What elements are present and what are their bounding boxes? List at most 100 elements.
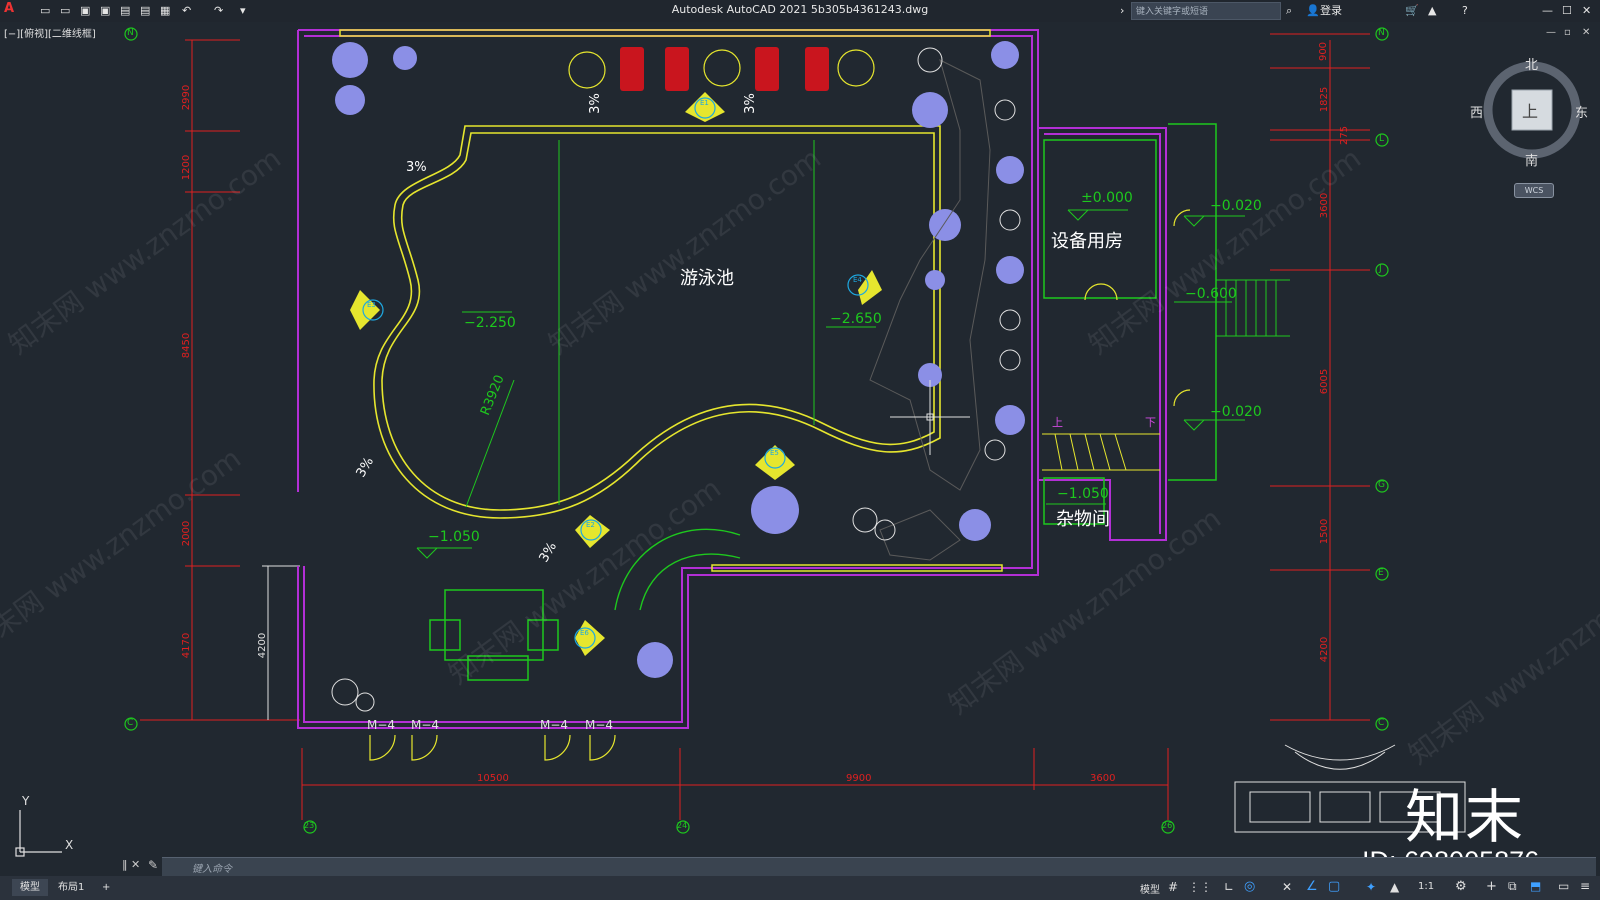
grid-axis-label: G <box>1378 480 1385 490</box>
command-prompt: 键入命令 <box>192 864 232 875</box>
help-icon[interactable]: ? <box>1462 4 1468 18</box>
grid-axis-label: 26 <box>1162 821 1173 830</box>
command-input[interactable]: 键入命令 <box>162 857 1596 876</box>
clean-screen-icon[interactable]: ▭ <box>1558 879 1569 893</box>
plus-icon[interactable]: + <box>1486 879 1497 894</box>
cmd-customize-icon[interactable]: ✎ <box>148 858 158 872</box>
door-tag: M−4 <box>540 718 569 732</box>
compass-east[interactable]: 东 <box>1575 102 1588 121</box>
ucs-x-label: X <box>65 838 74 852</box>
ucs-y-label: Y <box>22 794 30 808</box>
dimension-text: 4200 <box>1319 636 1331 663</box>
ortho-icon[interactable]: ∟ <box>1224 880 1234 894</box>
snap-icon[interactable]: ⋮⋮ <box>1188 880 1212 894</box>
maximize-icon[interactable]: ☐ <box>1562 4 1572 18</box>
elevation-marker-label: E2 <box>586 521 595 529</box>
stair-down-label: 下 <box>1145 416 1156 429</box>
grid-axis-label: C <box>127 718 134 728</box>
rockery <box>869 59 991 561</box>
grid-icon[interactable]: # <box>1168 880 1178 894</box>
viewcube-face-top[interactable]: 上 <box>1522 98 1538 122</box>
dimension-text: 6005 <box>1319 368 1331 395</box>
left-dimension-chain <box>140 39 300 721</box>
lineweight-icon[interactable]: ∠ <box>1306 879 1318 894</box>
isolate-objects-icon[interactable]: ⧉ <box>1508 879 1517 894</box>
elevation-marker-label: E6 <box>580 629 589 637</box>
interior-stair <box>1042 433 1160 471</box>
annotation-scale-icon[interactable]: ▲ <box>1390 880 1399 894</box>
door-tag: M−4 <box>585 718 614 732</box>
cmd-close-icon[interactable]: ‖ ✕ <box>122 858 140 871</box>
grid-axis-label: 23 <box>304 821 315 830</box>
compass-north[interactable]: 北 <box>1525 54 1538 73</box>
viewport-restore-icon[interactable]: ▫ <box>1564 27 1571 38</box>
elevation-marker-label: E5 <box>770 449 779 457</box>
viewcube[interactable]: 北 南 西 东 上 <box>1470 58 1588 169</box>
viewport-close-icon[interactable]: ✕ <box>1582 27 1590 38</box>
search-placeholder: 键入关键字或短语 <box>1136 7 1209 17</box>
level-label: −2.650 <box>830 311 882 327</box>
dimension-text: 8450 <box>181 332 193 359</box>
grid-axis-label: N <box>127 28 134 38</box>
tab-layout1[interactable]: 布局1 <box>50 879 92 896</box>
tab-model[interactable]: 模型 <box>12 879 48 896</box>
stair-up-label: 上 <box>1052 416 1063 429</box>
settings-gear-icon[interactable]: ⚙ <box>1455 879 1467 894</box>
selection-cycling-icon[interactable]: ▢ <box>1328 879 1340 894</box>
dimension-text: 2990 <box>181 84 193 111</box>
osnap-icon[interactable]: ✕ <box>1282 880 1292 894</box>
dimension-text: 900 <box>1318 41 1330 62</box>
dimension-text: 1825 <box>1319 86 1331 113</box>
level-label: ±0.000 <box>1081 190 1133 206</box>
wcs-menu[interactable]: WCS <box>1514 183 1554 198</box>
door-swings <box>369 209 1191 761</box>
user-icon[interactable]: 👤 <box>1306 4 1320 18</box>
grid-axis-label: E <box>1378 568 1384 578</box>
slope-label-1: 3% <box>406 160 427 175</box>
dimension-text: 4170 <box>181 632 193 659</box>
grid-axis-label: C <box>1378 718 1385 728</box>
hardware-accel-icon[interactable]: ⬒ <box>1530 879 1541 893</box>
watermark-logo: 知末 <box>1405 783 1526 851</box>
search-input[interactable]: 键入关键字或短语 <box>1131 2 1281 20</box>
cart-icon[interactable]: 🛒 <box>1405 4 1419 18</box>
plan-label-storage: 杂物间 <box>1056 509 1110 530</box>
door-tag: M−4 <box>367 718 396 732</box>
search-icon[interactable]: ⌕ <box>1286 4 1292 18</box>
dimension-text: 1500 <box>1319 518 1331 545</box>
status-bar: 模型 布局1 + 模型 # ⋮⋮ ∟ ◎ ✕ ∠ ▢ ✦ ▲ 1:1 ⚙ + ⧉… <box>0 876 1600 900</box>
model-space-toggle[interactable]: 模型 <box>1140 881 1160 896</box>
dimension-text: 3600 <box>1090 773 1116 784</box>
compass-west[interactable]: 西 <box>1470 102 1483 121</box>
dimension-text: 4200 <box>257 632 269 659</box>
plant-clusters <box>332 41 1025 678</box>
compass-south[interactable]: 南 <box>1525 150 1538 169</box>
dimension-text: 9900 <box>846 773 872 784</box>
slope-label-3: 3% <box>742 93 758 114</box>
door-tag: M−4 <box>411 718 440 732</box>
level-label: −2.250 <box>464 315 516 331</box>
annotation-visibility-icon[interactable]: ✦ <box>1366 880 1376 894</box>
grid-axis-label: L <box>1379 134 1385 144</box>
menu-icon[interactable]: ≡ <box>1580 879 1590 893</box>
level-label: −1.050 <box>1057 486 1109 502</box>
dimension-text: 10500 <box>477 773 509 784</box>
elevation-marker-label: E1 <box>700 99 709 107</box>
annotation-scale[interactable]: 1:1 <box>1418 881 1434 892</box>
close-icon[interactable]: ✕ <box>1582 4 1591 18</box>
grid-axis-label: N <box>1378 28 1385 38</box>
level-label: −1.050 <box>428 529 480 545</box>
tab-add[interactable]: + <box>94 879 118 896</box>
login-link[interactable]: 登录 <box>1320 4 1342 18</box>
minimize-icon[interactable]: — <box>1542 4 1553 18</box>
viewport-minimize-icon[interactable]: — <box>1546 27 1556 38</box>
polar-icon[interactable]: ◎ <box>1244 879 1255 894</box>
level-label: −0.020 <box>1210 404 1262 420</box>
grid-axis-label: J <box>1379 264 1382 274</box>
a360-icon[interactable]: ▲ <box>1428 4 1436 18</box>
ucs-icon <box>15 810 62 857</box>
dimension-text: 1200 <box>181 154 193 181</box>
window-title: Autodesk AutoCAD 2021 5b305b4361243.dwg <box>671 3 929 16</box>
search-arrow-icon[interactable]: › <box>1120 4 1124 18</box>
bottom-dimension-chain <box>301 748 1169 820</box>
